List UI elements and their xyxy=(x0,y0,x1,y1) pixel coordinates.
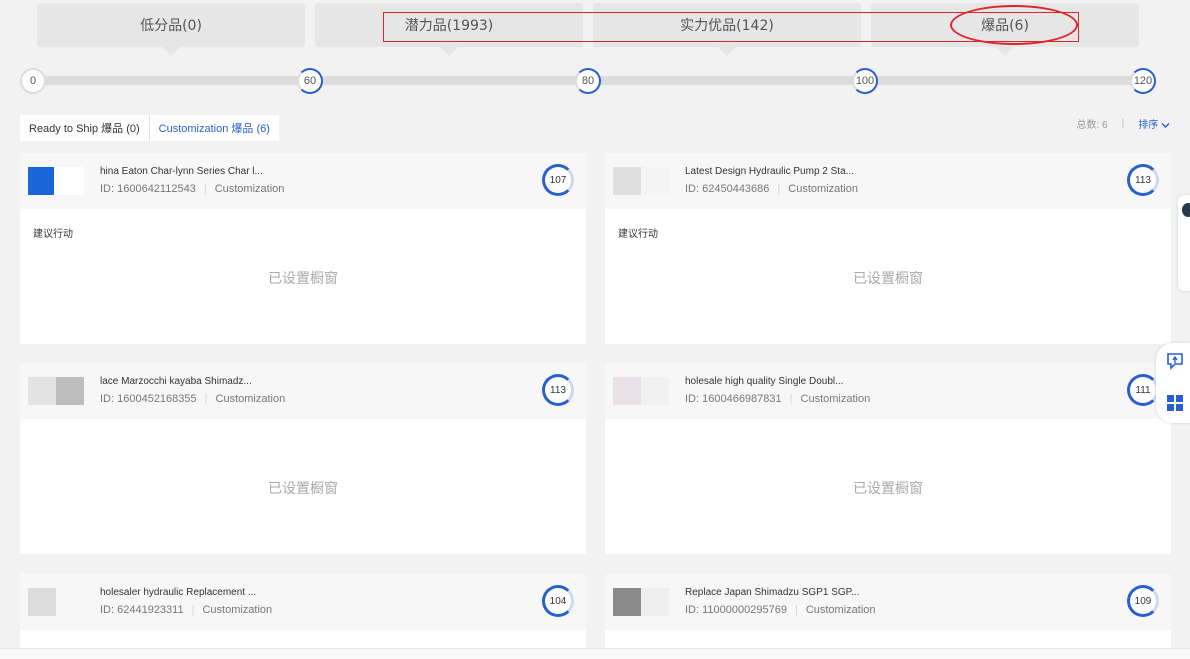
support-float-panel[interactable] xyxy=(1178,195,1190,291)
product-id-line: ID: 62450443686 | Customization xyxy=(685,183,858,195)
tab-strong[interactable]: 实力优品(142) xyxy=(593,3,861,56)
product-id-line: ID: 11000000295769 | Customization xyxy=(685,604,876,616)
score-badge: 107 xyxy=(542,164,574,196)
slider-tick: 0 xyxy=(20,68,46,94)
product-title[interactable]: holesale high quality Single Doubl... xyxy=(685,376,843,387)
suggested-action-label: 建议行动 xyxy=(618,229,658,240)
id-divider: | xyxy=(789,393,793,405)
product-card-header: lace Marzocchi kayaba Shimadz... ID: 160… xyxy=(20,363,586,419)
product-type: Customization xyxy=(800,393,871,405)
suggested-action-label: 建议行动 xyxy=(33,229,73,240)
tab-label: 低分品(0) xyxy=(140,18,202,34)
product-card-header: holesale high quality Single Doubl... ID… xyxy=(605,363,1171,419)
chevron-down-icon xyxy=(1161,122,1170,128)
product-type: Customization xyxy=(805,604,876,616)
slider-tick: 100 xyxy=(852,68,878,94)
tab-pointer-icon xyxy=(718,47,736,56)
product-thumbnail xyxy=(28,167,84,195)
product-card[interactable]: Replace Japan Shimadzu SGP1 SGP... ID: 1… xyxy=(605,574,1171,658)
tab-pointer-icon xyxy=(162,47,180,56)
total-count: 总数: 6 xyxy=(1076,120,1108,131)
tab-hot[interactable]: 爆品(6) xyxy=(871,3,1139,56)
score-badge: 113 xyxy=(1127,164,1159,196)
grid-apps-icon[interactable] xyxy=(1166,394,1184,412)
list-meta: 总数: 6 | 排序 xyxy=(1076,116,1170,131)
showcase-status: 已设置橱窗 xyxy=(853,270,923,286)
score-badge: 113 xyxy=(542,374,574,406)
tab-low-score[interactable]: 低分品(0) xyxy=(37,3,305,56)
product-card-header: holesaler hydraulic Replacement ... ID: … xyxy=(20,574,586,630)
sort-button[interactable]: 排序 xyxy=(1138,116,1170,131)
product-thumbnail xyxy=(613,377,669,405)
product-id-line: ID: 62441923311 | Customization xyxy=(100,604,272,616)
tab-label: 实力优品(142) xyxy=(680,18,774,34)
product-thumbnail xyxy=(613,167,669,195)
score-badge: 109 xyxy=(1127,585,1159,617)
product-card-header: Latest Design Hydraulic Pump 2 Sta... ID… xyxy=(605,153,1171,209)
user-avatar xyxy=(1182,203,1190,217)
product-title[interactable]: holesaler hydraulic Replacement ... xyxy=(100,587,256,598)
tab-label: 潜力品(1993) xyxy=(404,18,494,34)
product-id-line: ID: 1600466987831 | Customization xyxy=(685,393,870,405)
product-title[interactable]: Replace Japan Shimadzu SGP1 SGP... xyxy=(685,587,859,598)
tab-ready-to-ship[interactable]: Ready to Ship 爆品 (0) xyxy=(20,115,150,141)
id-divider: | xyxy=(794,604,798,616)
product-id-line: ID: 1600642112543 | Customization xyxy=(100,183,284,195)
product-title[interactable]: lace Marzocchi kayaba Shimadz... xyxy=(100,376,252,387)
product-card[interactable]: holesale high quality Single Doubl... ID… xyxy=(605,363,1171,554)
id-divider: | xyxy=(191,604,195,616)
product-card[interactable]: lace Marzocchi kayaba Shimadz... ID: 160… xyxy=(20,363,586,554)
product-id: ID: 62450443686 xyxy=(685,183,770,195)
tab-potential[interactable]: 潜力品(1993) xyxy=(315,3,583,56)
product-card[interactable]: hina Eaton Char-lynn Series Char l... ID… xyxy=(20,153,586,344)
meta-divider: | xyxy=(1121,118,1125,129)
tab-pointer-icon xyxy=(996,47,1014,56)
product-card-header: Replace Japan Shimadzu SGP1 SGP... ID: 1… xyxy=(605,574,1171,630)
product-list-panel: Ready to Ship 爆品 (0) Customization 爆品 (6… xyxy=(5,107,1185,658)
product-type: Customization xyxy=(788,183,858,195)
tool-float-panel xyxy=(1156,343,1190,423)
product-card[interactable]: holesaler hydraulic Replacement ... ID: … xyxy=(20,574,586,658)
product-id: ID: 11000000295769 xyxy=(685,604,787,616)
product-card-header: hina Eaton Char-lynn Series Char l... ID… xyxy=(20,153,586,209)
product-thumbnail xyxy=(28,377,84,405)
product-title[interactable]: Latest Design Hydraulic Pump 2 Sta... xyxy=(685,166,854,177)
listing-type-tabs: Ready to Ship 爆品 (0) Customization 爆品 (6… xyxy=(20,115,279,141)
product-id: ID: 1600452168355 xyxy=(100,393,197,405)
showcase-status: 已设置橱窗 xyxy=(853,480,923,496)
score-badge: 104 xyxy=(542,585,574,617)
product-id-line: ID: 1600452168355 | Customization xyxy=(100,393,285,405)
feedback-icon[interactable] xyxy=(1166,352,1184,370)
product-card[interactable]: Latest Design Hydraulic Pump 2 Sta... ID… xyxy=(605,153,1171,344)
id-divider: | xyxy=(203,183,207,195)
slider-tick: 120 xyxy=(1130,68,1156,94)
product-title[interactable]: hina Eaton Char-lynn Series Char l... xyxy=(100,166,263,177)
slider-tick: 60 xyxy=(297,68,323,94)
id-divider: | xyxy=(777,183,781,195)
score-tier-bar: 低分品(0) 潜力品(1993) 实力优品(142) 爆品(6) 0 60 80… xyxy=(0,0,1190,105)
product-type: Customization xyxy=(214,183,285,195)
showcase-status: 已设置橱窗 xyxy=(268,270,338,286)
product-id: ID: 1600466987831 xyxy=(685,393,782,405)
product-id: ID: 62441923311 xyxy=(100,604,184,616)
slider-tick: 80 xyxy=(575,68,601,94)
product-type: Customization xyxy=(215,393,286,405)
product-thumbnail xyxy=(613,588,669,616)
score-badge: 111 xyxy=(1127,374,1159,406)
product-type: Customization xyxy=(202,604,273,616)
product-thumbnail xyxy=(28,588,84,616)
tab-customization[interactable]: Customization 爆品 (6) xyxy=(150,115,279,141)
page-bottom-edge xyxy=(0,648,1190,659)
product-id: ID: 1600642112543 xyxy=(100,183,196,195)
id-divider: | xyxy=(204,393,208,405)
sort-label: 排序 xyxy=(1138,120,1159,131)
tab-label: 爆品(6) xyxy=(981,18,1029,34)
tab-pointer-icon xyxy=(440,47,458,56)
showcase-status: 已设置橱窗 xyxy=(268,480,338,496)
